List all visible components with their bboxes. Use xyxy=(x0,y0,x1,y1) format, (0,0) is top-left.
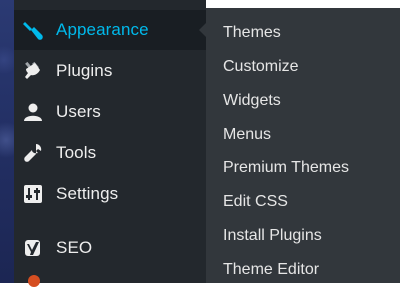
sidebar-item-plugins[interactable]: Plugins xyxy=(14,51,206,91)
sidebar-item-seo[interactable]: SEO xyxy=(14,228,206,268)
yoast-icon xyxy=(22,237,44,259)
submenu-item-edit-css[interactable]: Edit CSS xyxy=(223,187,288,217)
submenu-item-theme-editor[interactable]: Theme Editor xyxy=(223,255,319,285)
appearance-submenu: Themes Customize Widgets Menus Premium T… xyxy=(206,8,400,283)
cut-off-menu-icon xyxy=(28,275,40,287)
sliders-icon xyxy=(22,183,44,205)
submenu-item-install-plugins[interactable]: Install Plugins xyxy=(223,221,322,251)
paintbrush-icon xyxy=(22,19,44,41)
sidebar-item-label: Tools xyxy=(56,143,97,162)
sidebar-item-label: Users xyxy=(56,102,101,121)
sidebar-item-label: Appearance xyxy=(56,20,149,39)
sidebar-item-label: Plugins xyxy=(56,61,113,80)
admin-sidebar: Appearance Plugins Users Tools Settings … xyxy=(14,0,207,287)
user-icon xyxy=(22,101,44,123)
wrench-icon xyxy=(22,142,44,164)
page-background xyxy=(206,0,400,8)
desktop-background xyxy=(0,0,14,283)
sidebar-item-settings[interactable]: Settings xyxy=(14,174,206,214)
plug-icon xyxy=(22,60,44,82)
sidebar-item-users[interactable]: Users xyxy=(14,92,206,132)
sidebar-item-label: SEO xyxy=(56,238,93,257)
sidebar-item-label: Settings xyxy=(56,184,119,203)
submenu-item-customize[interactable]: Customize xyxy=(223,52,299,82)
submenu-item-themes[interactable]: Themes xyxy=(223,18,281,48)
submenu-item-menus[interactable]: Menus xyxy=(223,120,271,150)
sidebar-item-tools[interactable]: Tools xyxy=(14,133,206,173)
submenu-item-premium-themes[interactable]: Premium Themes xyxy=(223,153,349,183)
sidebar-item-appearance[interactable]: Appearance xyxy=(14,10,207,50)
submenu-item-widgets[interactable]: Widgets xyxy=(223,86,281,116)
